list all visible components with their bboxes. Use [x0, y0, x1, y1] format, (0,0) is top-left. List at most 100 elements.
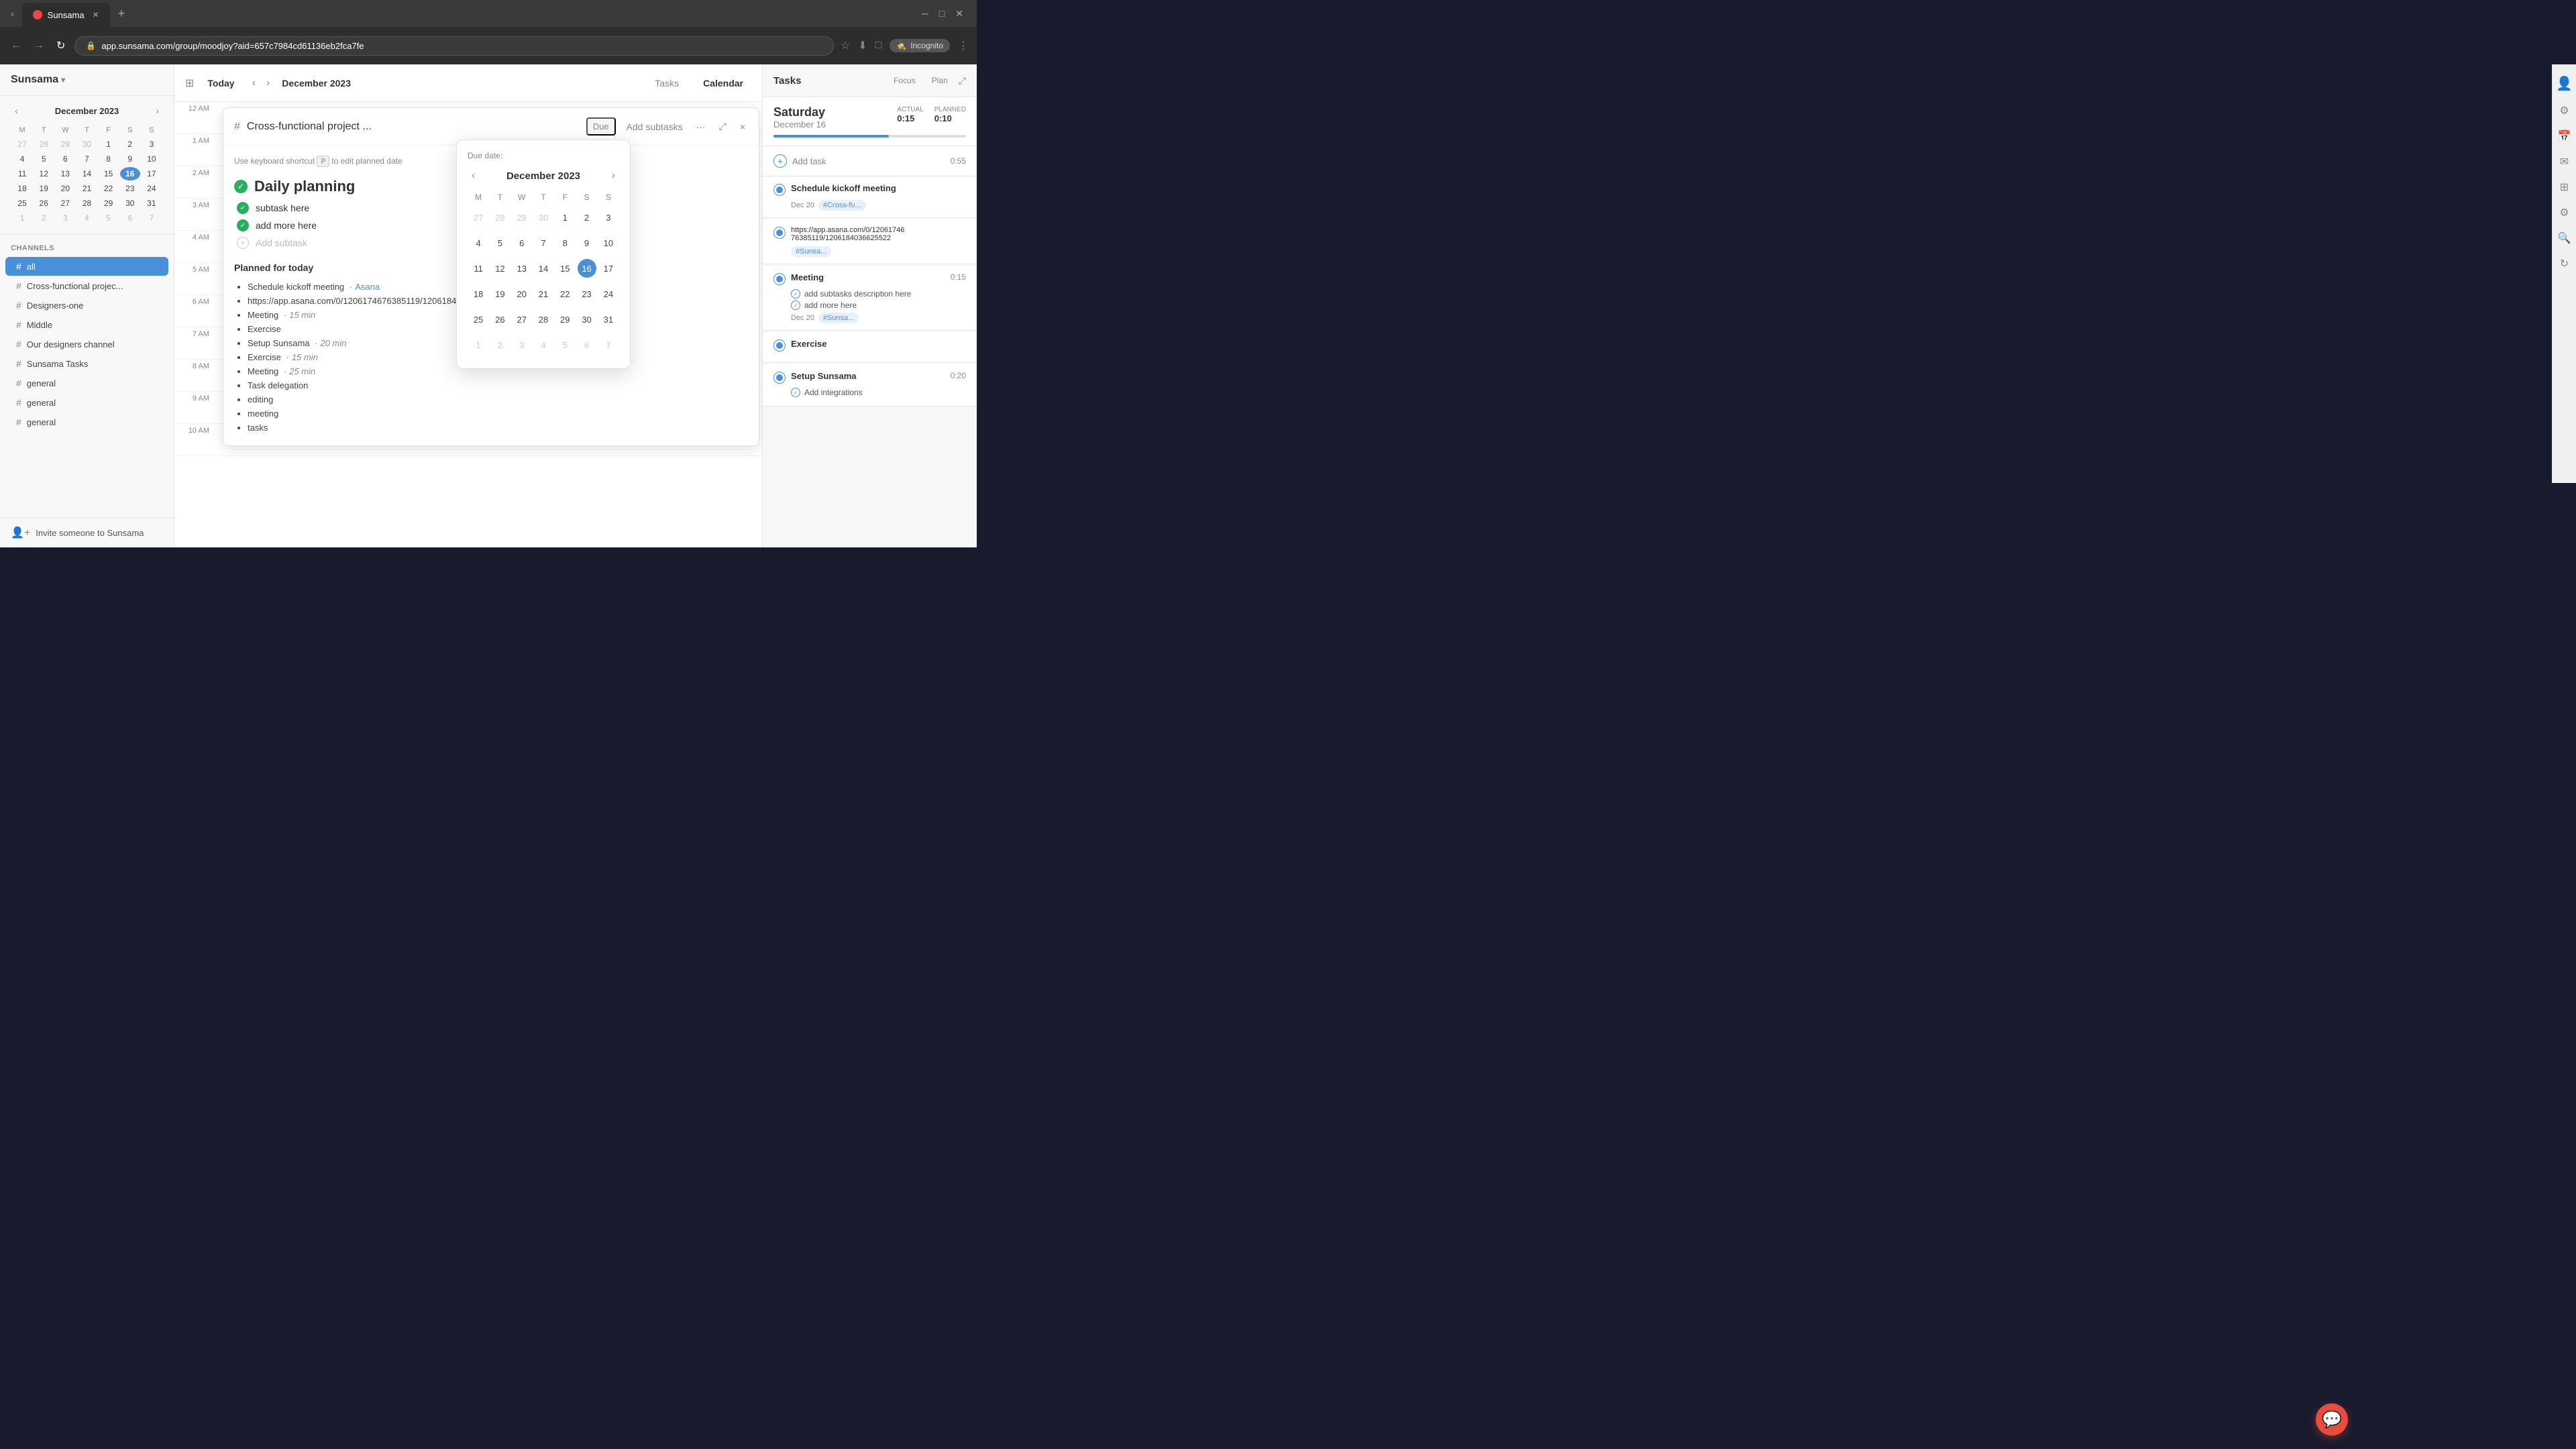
mini-cal-day[interactable]: 20: [55, 182, 75, 195]
tab-back-button[interactable]: ‹: [5, 5, 19, 21]
reload-button[interactable]: ↻: [54, 36, 68, 55]
dp-cell[interactable]: 4: [533, 332, 554, 358]
dp-cell[interactable]: 19: [489, 281, 511, 307]
mini-cal-day[interactable]: 16: [120, 167, 140, 180]
expand-task-icon[interactable]: ⤢: [716, 118, 729, 135]
dp-next-month-button[interactable]: ›: [608, 168, 619, 183]
mini-cal-day[interactable]: 12: [34, 167, 54, 180]
mini-cal-day[interactable]: 15: [99, 167, 119, 180]
mini-cal-next-button[interactable]: ›: [152, 104, 163, 117]
dp-cell[interactable]: 9: [576, 230, 597, 256]
due-date-button[interactable]: Due: [586, 117, 616, 136]
mini-cal-day[interactable]: 17: [142, 167, 162, 180]
mini-cal-day[interactable]: 4: [76, 211, 97, 225]
dp-cell[interactable]: 2: [576, 205, 597, 230]
dp-cell[interactable]: 13: [511, 256, 533, 281]
tab-close-button[interactable]: ✕: [93, 10, 99, 19]
rs-subtask-check-1-meeting[interactable]: [791, 289, 800, 299]
dp-cell[interactable]: 2: [489, 332, 511, 358]
mini-cal-day[interactable]: 21: [76, 182, 97, 195]
invite-button[interactable]: 👤+ Invite someone to Sunsama: [11, 526, 163, 539]
forward-nav-button[interactable]: →: [31, 37, 47, 54]
mini-cal-day[interactable]: 2: [120, 138, 140, 151]
sync-icon[interactable]: ↻: [2560, 257, 2569, 270]
dp-cell[interactable]: 22: [554, 281, 576, 307]
dp-cell[interactable]: 4: [468, 230, 489, 256]
sidebar-item-our-designers[interactable]: #Our designers channel: [5, 335, 168, 354]
focus-tab[interactable]: Focus: [888, 74, 921, 87]
tasks-icon[interactable]: ✉: [2560, 155, 2569, 168]
mini-cal-day[interactable]: 25: [12, 197, 32, 210]
dp-cell[interactable]: 29: [554, 307, 576, 332]
mini-cal-day[interactable]: 24: [142, 182, 162, 195]
dp-cell[interactable]: 12: [489, 256, 511, 281]
planned-link-asana[interactable]: Asana: [355, 282, 380, 292]
mini-cal-day[interactable]: 6: [120, 211, 140, 225]
prev-period-button[interactable]: ‹: [248, 74, 260, 92]
people-icon[interactable]: ⚙: [2559, 104, 2569, 117]
dp-prev-month-button[interactable]: ‹: [468, 168, 479, 183]
dp-cell[interactable]: 28: [533, 307, 554, 332]
bookmark-icon[interactable]: ☆: [841, 39, 850, 52]
settings-icon[interactable]: ⚙: [2559, 206, 2569, 219]
mini-cal-day[interactable]: 7: [142, 211, 162, 225]
mini-cal-day[interactable]: 7: [76, 152, 97, 166]
task-title-input[interactable]: [247, 121, 580, 133]
dp-cell[interactable]: 10: [598, 230, 619, 256]
dp-cell[interactable]: 17: [598, 256, 619, 281]
mini-cal-day[interactable]: 28: [34, 138, 54, 151]
mini-cal-day[interactable]: 29: [99, 197, 119, 210]
tab-calendar[interactable]: Calendar: [695, 74, 751, 93]
browser-menu-icon[interactable]: ⋮: [958, 39, 969, 52]
dp-cell[interactable]: 5: [489, 230, 511, 256]
dp-cell[interactable]: 23: [576, 281, 597, 307]
main-task-check[interactable]: [234, 180, 248, 193]
download-icon[interactable]: ⬇: [858, 39, 867, 52]
subtask-1-check[interactable]: [237, 202, 249, 214]
next-period-button[interactable]: ›: [262, 74, 274, 92]
dp-cell[interactable]: 25: [468, 307, 489, 332]
dp-cell[interactable]: 3: [598, 205, 619, 230]
add-task-row[interactable]: + Add task 0:55: [763, 146, 977, 176]
dp-cell[interactable]: 11: [468, 256, 489, 281]
new-tab-button[interactable]: +: [113, 4, 131, 23]
chat-fab-button[interactable]: 💬: [2316, 1403, 2348, 1436]
mini-cal-day[interactable]: 27: [55, 197, 75, 210]
mini-cal-day[interactable]: 28: [76, 197, 97, 210]
close-window-button[interactable]: ✕: [955, 8, 963, 19]
mini-cal-day[interactable]: 23: [120, 182, 140, 195]
mini-cal-day[interactable]: 1: [99, 138, 119, 151]
mini-cal-day[interactable]: 9: [120, 152, 140, 166]
dp-cell[interactable]: 8: [554, 230, 576, 256]
mini-cal-day[interactable]: 2: [34, 211, 54, 225]
rs-task-check-kickoff[interactable]: [773, 184, 786, 196]
dp-cell[interactable]: 31: [598, 307, 619, 332]
mini-cal-day[interactable]: 29: [55, 138, 75, 151]
mini-cal-day[interactable]: 5: [34, 152, 54, 166]
url-bar[interactable]: 🔒 app.sunsama.com/group/moodjoy?aid=657c…: [74, 36, 834, 56]
sidebar-item-sunsama-tasks[interactable]: #Sunsama Tasks: [5, 354, 168, 373]
dp-cell[interactable]: 27: [468, 205, 489, 230]
subtask-2-check[interactable]: [237, 219, 249, 231]
calendar-icon[interactable]: 📅: [2558, 129, 2571, 143]
mini-cal-day[interactable]: 27: [12, 138, 32, 151]
mini-cal-day[interactable]: 30: [120, 197, 140, 210]
search-icon[interactable]: 🔍: [2558, 231, 2571, 245]
mini-cal-day[interactable]: 4: [12, 152, 32, 166]
mini-cal-day[interactable]: 13: [55, 167, 75, 180]
back-nav-button[interactable]: ←: [8, 37, 24, 54]
add-subtask-plus-icon[interactable]: +: [237, 237, 249, 249]
dp-cell[interactable]: 6: [511, 230, 533, 256]
minimize-button[interactable]: ─: [922, 8, 928, 19]
sidebar-collapse-icon[interactable]: ⊞: [185, 76, 194, 90]
app-name[interactable]: Sunsama ▾: [11, 74, 65, 86]
dp-cell[interactable]: 1: [554, 205, 576, 230]
maximize-button[interactable]: □: [939, 8, 945, 19]
rs-subtask-check-2-meeting[interactable]: [791, 301, 800, 310]
mini-cal-day[interactable]: 1: [12, 211, 32, 225]
dp-cell[interactable]: 7: [598, 332, 619, 358]
today-button[interactable]: Today: [202, 75, 239, 91]
dp-cell[interactable]: 30: [576, 307, 597, 332]
grid-icon[interactable]: ⊞: [2560, 180, 2569, 194]
dp-cell[interactable]: 29: [511, 205, 533, 230]
